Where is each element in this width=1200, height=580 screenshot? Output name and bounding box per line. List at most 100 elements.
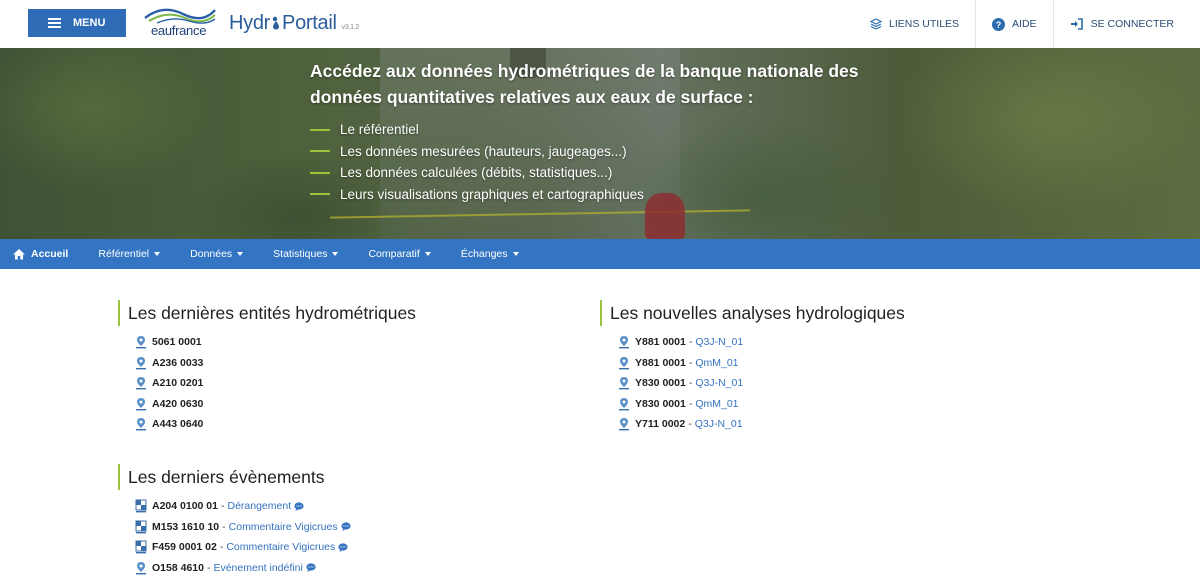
- nav-comparatif[interactable]: Comparatif: [368, 239, 431, 269]
- nav-donnees[interactable]: Données: [190, 239, 244, 269]
- event-code-link[interactable]: F459 0001 02: [152, 541, 217, 553]
- menu-label: MENU: [73, 17, 106, 29]
- sign-in-label: SE CONNECTER: [1090, 18, 1174, 30]
- list-item: Y830 0001- Q3J-N_01: [618, 373, 743, 394]
- caret-down-icon: [512, 252, 519, 256]
- entity-code-link[interactable]: 5061 0001: [152, 336, 202, 348]
- hero-item-text: Les données mesurées (hauteurs, jaugeage…: [340, 143, 627, 159]
- comment-icon[interactable]: [338, 543, 348, 552]
- map-pin-icon: [136, 356, 146, 370]
- analysis-type-link[interactable]: Q3J-N_01: [695, 418, 743, 430]
- map-pin-icon: [619, 397, 629, 411]
- list-item: Y881 0001- Q3J-N_01: [618, 332, 743, 353]
- map-pin-icon: [136, 418, 146, 431]
- useful-links-button[interactable]: LIENS UTILES: [854, 0, 975, 48]
- menu-button[interactable]: MENU: [28, 9, 126, 37]
- entities-list: 5061 0001 A236 0033 A210 0201 A420 0630 …: [135, 332, 203, 435]
- separator: -: [688, 397, 693, 410]
- analysis-type-link[interactable]: QmM_01: [695, 398, 738, 410]
- nav-label: Comparatif: [368, 248, 420, 260]
- hero-list-item: Leurs visualisations graphiques et carto…: [310, 184, 644, 206]
- separator: -: [688, 377, 693, 390]
- caret-down-icon: [154, 252, 161, 256]
- station-grid-icon: [135, 499, 147, 513]
- water-drop-icon: [272, 16, 280, 30]
- dash-bullet: [310, 128, 330, 131]
- nav-echanges[interactable]: Échanges: [461, 239, 519, 269]
- map-pin-icon: [619, 356, 629, 370]
- analysis-type-link[interactable]: QmM_01: [695, 357, 738, 369]
- event-type-link[interactable]: Commentaire Vigicrues: [229, 521, 338, 533]
- entity-code-link[interactable]: A443 0640: [152, 418, 203, 430]
- eaufrance-text: eaufrance: [151, 23, 207, 38]
- nav-label: Statistiques: [273, 248, 328, 260]
- useful-links-label: LIENS UTILES: [889, 18, 960, 30]
- map-pin-icon: [136, 561, 146, 575]
- analysis-type-link[interactable]: Q3J-N_01: [695, 377, 743, 389]
- eaufrance-logo[interactable]: eaufrance: [143, 6, 218, 38]
- top-header: MENU eaufrance Hydr Portail v3.1.2 LIENS…: [0, 0, 1200, 48]
- event-code-link[interactable]: M153 1610 10: [152, 521, 219, 533]
- top-links: LIENS UTILES ? AIDE SE CONNECTER: [854, 0, 1200, 48]
- sign-in-button[interactable]: SE CONNECTER: [1052, 0, 1200, 48]
- list-item: A210 0201: [135, 373, 203, 394]
- events-section-title: Les derniers évènements: [118, 464, 325, 490]
- list-item: Y711 0002- Q3J-N_01: [618, 414, 743, 435]
- nav-statistiques[interactable]: Statistiques: [273, 239, 339, 269]
- map-pin-icon: [136, 377, 146, 390]
- hero-banner: Accédez aux données hydrométriques de la…: [0, 48, 1200, 239]
- map-pin-icon: [619, 336, 629, 349]
- caret-down-icon: [424, 252, 431, 256]
- station-grid-icon: [135, 520, 147, 534]
- list-item: A420 0630: [135, 394, 203, 415]
- help-button[interactable]: ? AIDE: [975, 0, 1053, 48]
- nav-referentiel[interactable]: Référentiel: [98, 239, 161, 269]
- event-type-link[interactable]: Dérangement: [227, 500, 291, 512]
- sign-in-icon: [1070, 18, 1083, 30]
- analysis-code-link[interactable]: Y881 0001: [635, 357, 686, 369]
- nav-label: Données: [190, 248, 233, 260]
- separator: -: [688, 418, 692, 431]
- entities-section-title: Les dernières entités hydrométriques: [118, 300, 416, 326]
- hero-list-item: Les données calculées (débits, statistiq…: [310, 162, 644, 184]
- analyses-list: Y881 0001- Q3J-N_01 Y881 0001- QmM_01 Y830…: [618, 332, 743, 435]
- event-code-link[interactable]: A204 0100 01: [152, 500, 218, 512]
- list-item: M153 1610 10- Commentaire Vigicrues: [135, 517, 351, 538]
- logo-hydro-left: Hydr: [229, 12, 271, 34]
- list-item: Y830 0001- QmM_01: [618, 394, 743, 415]
- event-code-link[interactable]: O158 4610: [152, 562, 204, 574]
- list-item: 5061 0001: [135, 332, 203, 353]
- comment-icon[interactable]: [306, 563, 316, 573]
- comment-icon[interactable]: [340, 522, 351, 532]
- analysis-code-link[interactable]: Y830 0001: [635, 377, 686, 389]
- comment-icon[interactable]: [294, 502, 304, 511]
- main-navbar: Accueil Référentiel Données Statistiques…: [0, 239, 1200, 269]
- entity-code-link[interactable]: A236 0033: [152, 357, 203, 369]
- help-circle-icon: ?: [992, 17, 1006, 31]
- nav-home[interactable]: Accueil: [12, 239, 68, 269]
- nav-home-label: Accueil: [31, 248, 69, 260]
- station-grid-icon: [135, 540, 147, 554]
- svg-text:?: ?: [996, 20, 1002, 30]
- analysis-code-link[interactable]: Y881 0001: [635, 336, 686, 348]
- hero-list: Le référentiel Les données mesurées (hau…: [310, 119, 644, 205]
- nav-label: Échanges: [460, 248, 508, 260]
- analyses-section-title: Les nouvelles analyses hydrologiques: [600, 300, 905, 326]
- analysis-code-link[interactable]: Y830 0001: [635, 398, 686, 410]
- dash-bullet: [310, 150, 330, 153]
- entity-code-link[interactable]: A420 0630: [152, 398, 203, 410]
- list-item: F459 0001 02- Commentaire Vigicrues: [135, 537, 351, 558]
- dash-bullet: [310, 193, 330, 196]
- separator: -: [222, 520, 226, 533]
- hydroportail-logo[interactable]: Hydr Portail v3.1.2: [229, 12, 359, 35]
- layers-icon: [870, 18, 883, 30]
- eaufrance-waves-icon: [144, 8, 216, 24]
- list-item: O158 4610- Evénement indéfini: [135, 558, 351, 579]
- entity-code-link[interactable]: A210 0201: [152, 377, 203, 389]
- event-type-link[interactable]: Commentaire Vigicrues: [226, 541, 335, 553]
- analysis-code-link[interactable]: Y711 0002: [635, 418, 685, 430]
- analysis-type-link[interactable]: Q3J-N_01: [695, 336, 743, 348]
- separator: -: [219, 541, 224, 554]
- event-type-link[interactable]: Evénement indéfini: [213, 562, 302, 574]
- hero-item-text: Le référentiel: [340, 122, 419, 138]
